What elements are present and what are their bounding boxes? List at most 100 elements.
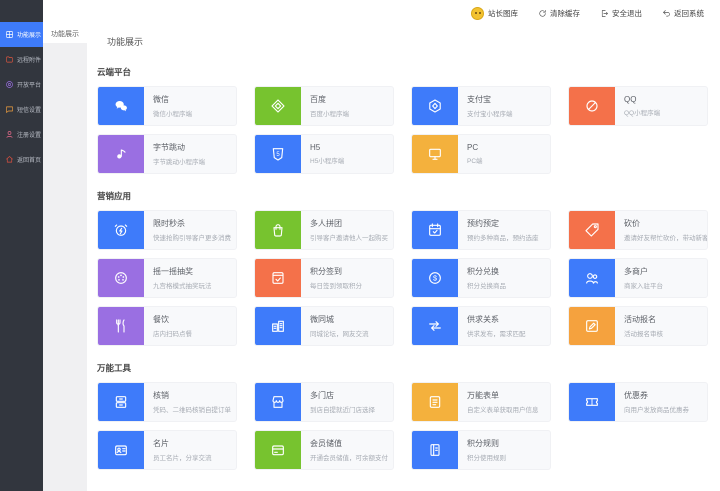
card-title: H5 — [310, 143, 344, 152]
feature-card[interactable]: 限时秒杀快速抢购引导客户更多消费 — [97, 210, 237, 250]
card-subtitle: 开通会员储值，可余额支付 — [310, 452, 388, 462]
feature-card[interactable]: 万能表单自定义表单获取用户信息 — [411, 382, 551, 422]
card-subtitle: QQ小程序端 — [624, 107, 660, 117]
feature-card[interactable]: 名片员工名片，分享交流 — [97, 430, 237, 470]
sms-icon — [5, 105, 14, 114]
user-account[interactable]: 站长图库 — [471, 7, 518, 20]
card-subtitle: 到店自提就近门店选择 — [310, 404, 375, 414]
card-title: 限时秒杀 — [153, 218, 231, 229]
topbar-action-label: 返回系统 — [674, 8, 704, 19]
submenu-item-active[interactable]: 功能展示 — [43, 26, 87, 43]
card-text: 积分签到每日签到领取积分 — [301, 266, 362, 290]
feature-card[interactable]: 活动报名活动报名审核 — [568, 306, 708, 346]
card-text: 会员储值开通会员储值，可余额支付 — [301, 438, 388, 462]
wheel-icon — [98, 258, 144, 298]
avatar — [471, 7, 484, 20]
card-title: QQ — [624, 95, 660, 104]
card-title: PC — [467, 143, 483, 152]
feature-card[interactable]: 字节跳动字节跳动小程序端 — [97, 134, 237, 174]
card-subtitle: 自定义表单获取用户信息 — [467, 404, 539, 414]
feature-card[interactable]: 百度百度小程序端 — [254, 86, 394, 126]
checkin-icon — [255, 258, 301, 298]
feature-card[interactable]: 微同城同城论坛，网友交流 — [254, 306, 394, 346]
card-title: 核销 — [153, 390, 231, 401]
sidebar-item-2[interactable]: 远程附件 — [0, 47, 43, 72]
sidebar-item-3[interactable]: 开放平台 — [0, 72, 43, 97]
qq-icon — [569, 86, 615, 126]
feature-card[interactable]: 供求关系供求发布，需求匹配 — [411, 306, 551, 346]
feature-card[interactable]: $ 积分兑换积分兑换商品 — [411, 258, 551, 298]
card-subtitle: 供求发布，需求匹配 — [467, 328, 526, 338]
submenu-panel: 功能展示 — [43, 26, 87, 491]
feature-card[interactable]: 会员储值开通会员储值，可余额支付 — [254, 430, 394, 470]
card-subtitle: 字节跳动小程序端 — [153, 156, 205, 166]
topbar: 站长图库 清除缓存 安全退出 返回系统 — [43, 0, 720, 26]
people-icon — [569, 258, 615, 298]
sidebar-item-5[interactable]: 注册设置 — [0, 122, 43, 147]
sidebar-item-label: 开放平台 — [17, 80, 41, 89]
bytedance-icon — [98, 134, 144, 174]
feature-card[interactable]: 餐饮店内扫码点餐 — [97, 306, 237, 346]
feature-card[interactable]: 核销凭码、二维码核销自提订单 — [97, 382, 237, 422]
feature-card[interactable]: 积分规则积分使用规则 — [411, 430, 551, 470]
username: 站长图库 — [488, 8, 518, 19]
card-title: 会员储值 — [310, 438, 388, 449]
card-text: H5 H5小程序端 — [301, 143, 344, 165]
card-subtitle: 微信小程序端 — [153, 108, 192, 118]
feature-card[interactable]: 多商户商家入驻平台 — [568, 258, 708, 298]
section-title: 营销应用 — [97, 190, 720, 202]
card-subtitle: 九宫格模式抽奖玩法 — [153, 280, 212, 290]
card-text: 积分兑换积分兑换商品 — [458, 266, 506, 290]
feature-card[interactable]: 微信微信小程序端 — [97, 86, 237, 126]
feature-card[interactable]: 多门店到店自提就近门店选择 — [254, 382, 394, 422]
card-subtitle: 活动报名审核 — [624, 328, 663, 338]
sidebar-item-4[interactable]: 短信设置 — [0, 97, 43, 122]
card-subtitle: H5小程序端 — [310, 155, 344, 165]
card-text: 摇一摇抽奖九宫格模式抽奖玩法 — [144, 266, 212, 290]
card-subtitle: 邀请好友帮忙砍价，带动新客 — [624, 232, 707, 242]
topbar-action-1[interactable]: 清除缓存 — [538, 8, 580, 19]
card-title: 积分签到 — [310, 266, 362, 277]
card-subtitle: 店内扫码点餐 — [153, 328, 192, 338]
card-text: 名片员工名片，分享交流 — [144, 438, 212, 462]
bizcard-icon — [98, 430, 144, 470]
h5-icon: 5 — [255, 134, 301, 174]
feature-card[interactable]: 5 H5 H5小程序端 — [254, 134, 394, 174]
sections-container: 云端平台微信微信小程序端百度百度小程序端支付宝支付宝小程序端QQQQ小程序端字节… — [97, 66, 720, 470]
card-text: 活动报名活动报名审核 — [615, 314, 663, 338]
card-subtitle: 同城论坛，网友交流 — [310, 328, 369, 338]
card-title: 名片 — [153, 438, 212, 449]
feature-card[interactable]: 积分签到每日签到领取积分 — [254, 258, 394, 298]
topbar-action-2[interactable]: 安全退出 — [600, 8, 642, 19]
feature-card[interactable]: 优惠券向用户发放商品优惠券 — [568, 382, 708, 422]
section-title: 万能工具 — [97, 362, 720, 374]
city-icon — [255, 306, 301, 346]
swap-icon — [412, 306, 458, 346]
sidebar-item-label: 远程附件 — [17, 55, 41, 64]
feature-card[interactable]: 预约预定预约多种商品，预约选座 — [411, 210, 551, 250]
attachment-icon — [5, 55, 14, 64]
topbar-action-3[interactable]: 返回系统 — [662, 8, 704, 19]
alipay-icon — [412, 86, 458, 126]
svg-text:$: $ — [433, 274, 437, 283]
dining-icon — [98, 306, 144, 346]
feature-card[interactable]: 支付宝支付宝小程序端 — [411, 86, 551, 126]
feature-card[interactable]: 多人拼团引导客户邀请他人一起购买 — [254, 210, 394, 250]
feature-card[interactable]: QQ QQ小程序端 — [568, 86, 708, 126]
card-title: 多人拼团 — [310, 218, 388, 229]
back-icon — [662, 9, 671, 18]
card-text: 支付宝支付宝小程序端 — [458, 94, 513, 118]
card-subtitle: 积分兑换商品 — [467, 280, 506, 290]
feature-card[interactable]: 摇一摇抽奖九宫格模式抽奖玩法 — [97, 258, 237, 298]
page-title: 功能展示 — [97, 32, 720, 50]
baidu-icon — [255, 86, 301, 126]
sidebar-item-1[interactable]: 功能展示 — [0, 22, 43, 47]
card-title: 积分兑换 — [467, 266, 506, 277]
feature-card[interactable]: PCPC端 — [411, 134, 551, 174]
sidebar-item-6[interactable]: 返回首页 — [0, 147, 43, 172]
card-text: QQ QQ小程序端 — [615, 95, 660, 117]
feature-card[interactable]: 砍价邀请好友帮忙砍价，带动新客 — [568, 210, 708, 250]
app-window: 站长图库 清除缓存 安全退出 返回系统 功能展示远程附件开放平台短信设置注册设置返回… — [0, 0, 720, 491]
card-text: 砍价邀请好友帮忙砍价，带动新客 — [615, 218, 707, 242]
verify-icon — [98, 382, 144, 422]
